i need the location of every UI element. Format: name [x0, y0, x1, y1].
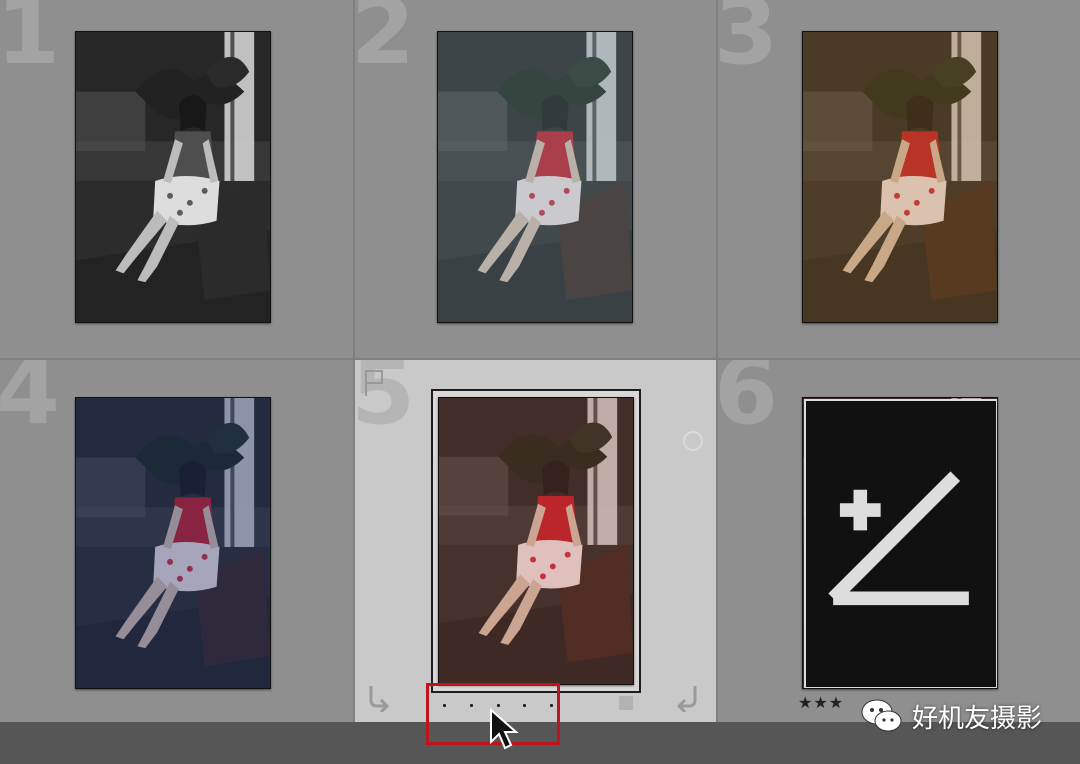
photo-thumbnail[interactable] — [438, 397, 634, 685]
grid-cell-2[interactable]: 2 — [355, 0, 716, 358]
star-rating[interactable]: ★★★ — [798, 693, 844, 713]
rotate-right-icon[interactable] — [673, 682, 703, 712]
develop-adjustment-icon[interactable] — [804, 399, 998, 689]
watermark-text: 好机友摄影 — [912, 703, 1043, 734]
wechat-icon — [861, 699, 902, 732]
photo-thumbnail[interactable] — [802, 397, 998, 689]
selected-thumbnail-frame — [431, 389, 703, 693]
color-label-swatch[interactable] — [619, 696, 633, 710]
grid-cell-4[interactable]: 4 — [0, 360, 353, 722]
quick-collection-icon[interactable] — [683, 431, 703, 451]
cell-index-number: 2 — [355, 0, 415, 85]
grid-cell-3[interactable]: 3 — [718, 0, 1080, 358]
grid-cell-5-selected[interactable]: 5 — [355, 360, 716, 722]
cell-index-number: 6 — [718, 360, 778, 445]
photo-thumbnail[interactable] — [75, 31, 271, 323]
watermark: 好机友摄影 — [860, 694, 1042, 738]
cell-index-number: 4 — [0, 360, 60, 445]
photo-thumbnail[interactable] — [802, 31, 998, 323]
photo-grid: 1 2 3 4 5 6 ★★★ — [0, 0, 1080, 722]
rotate-left-icon[interactable] — [363, 682, 393, 712]
grid-cell-6[interactable]: 6 ★★★ — [718, 360, 1080, 722]
grid-cell-1[interactable]: 1 — [0, 0, 353, 358]
flag-icon[interactable] — [363, 368, 385, 398]
cell-index-number: 3 — [718, 0, 778, 85]
cell-index-number: 1 — [0, 0, 60, 85]
mouse-pointer-icon — [490, 708, 519, 750]
photo-thumbnail[interactable] — [437, 31, 633, 323]
photo-thumbnail[interactable] — [75, 397, 271, 689]
